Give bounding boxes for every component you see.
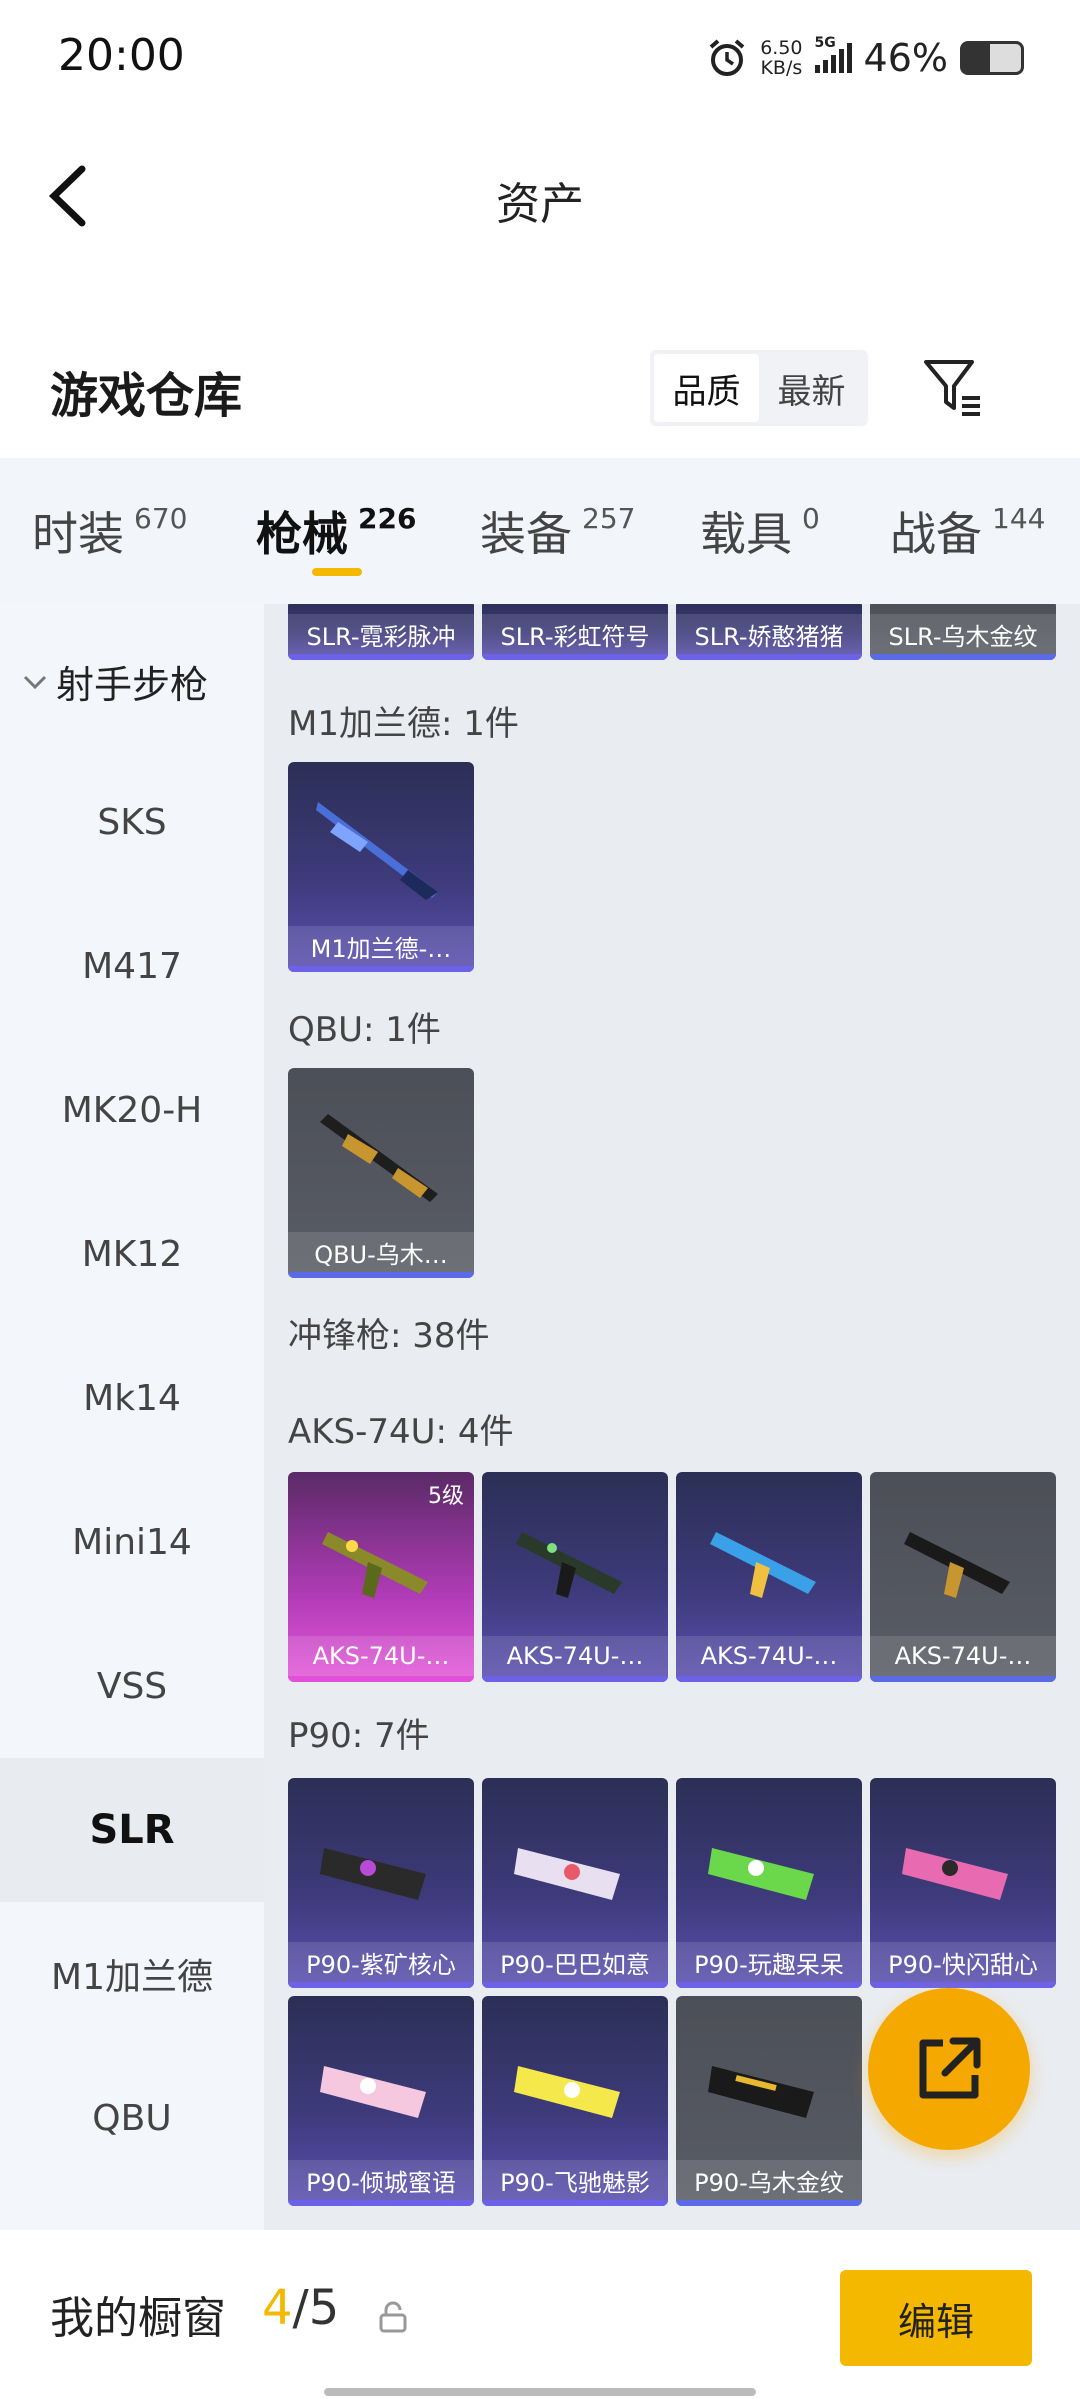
- skin-card[interactable]: AKS-74U-…: [676, 1472, 862, 1682]
- skin-card[interactable]: SLR-娇憨猪猪: [676, 604, 862, 660]
- skin-card[interactable]: P90-倾城蜜语: [288, 1996, 474, 2206]
- tab-firearms[interactable]: 枪械 226: [256, 498, 416, 564]
- skin-card[interactable]: SLR-霓彩脉冲: [288, 604, 474, 660]
- section-label-m1garand: M1加兰德: 1件: [288, 704, 519, 744]
- skin-card[interactable]: SLR-彩虹符号: [482, 604, 668, 660]
- skin-card[interactable]: AKS-74U-…: [482, 1472, 668, 1682]
- chevron-down-icon: [23, 675, 47, 689]
- filter-button[interactable]: [918, 352, 988, 422]
- home-indicator[interactable]: [324, 2388, 756, 2396]
- section-label-aks74u: AKS-74U: 4件: [288, 1412, 514, 1452]
- showcase-count: 4/5: [262, 2280, 340, 2336]
- sidebar-item-slr[interactable]: SLR: [0, 1758, 264, 1902]
- skin-card[interactable]: P90-飞驰魅影: [482, 1996, 668, 2206]
- tab-vehicles[interactable]: 载具 0: [700, 498, 820, 564]
- nav-bar: 资产: [0, 116, 1080, 276]
- sidebar-item-m417[interactable]: M417: [0, 894, 264, 1038]
- smg-icon: [322, 1532, 428, 1598]
- filter-icon: [924, 360, 980, 416]
- share-button[interactable]: [868, 1988, 1030, 2150]
- sidebar-group-marksman[interactable]: 射手步枪: [22, 654, 208, 709]
- status-icons: 6.50 KB/s 5G 46%: [706, 32, 1024, 84]
- sort-toggle: 品质 最新: [650, 350, 868, 426]
- skin-card[interactable]: M1加兰德-…: [288, 762, 474, 972]
- edit-button[interactable]: 编辑: [840, 2270, 1032, 2366]
- share-external-icon: [919, 2037, 981, 2099]
- active-tab-indicator: [312, 568, 362, 576]
- skin-card[interactable]: P90-快闪甜心: [870, 1778, 1056, 1988]
- smg-icon: [902, 1848, 1008, 1900]
- showcase-bar: 我的橱窗 4/5 编辑: [0, 2230, 1080, 2400]
- smg-icon: [708, 2066, 814, 2118]
- section-label-qbu: QBU: 1件: [288, 1010, 441, 1050]
- skin-card[interactable]: SLR-乌木金纹: [870, 604, 1056, 660]
- battery-icon: [960, 41, 1024, 75]
- skin-card[interactable]: P90-乌木金纹: [676, 1996, 862, 2206]
- alarm-icon: [709, 39, 745, 76]
- tab-equipment[interactable]: 装备 257: [480, 498, 635, 564]
- signal-icon: 5G: [814, 35, 852, 73]
- rifle-icon: [320, 1114, 438, 1202]
- status-bar: 20:00 6.50 KB/s 5G 46%: [0, 0, 1080, 116]
- smg-icon: [514, 1848, 620, 1900]
- weapon-sidebar: 射手步枪 SKS M417 MK20-H MK12 Mk14 Mini14 VS…: [0, 604, 264, 2230]
- sidebar-item-m1garand[interactable]: M1加兰德: [0, 1902, 264, 2046]
- sidebar-item-qbu[interactable]: QBU: [0, 2046, 264, 2190]
- smg-icon: [514, 2066, 620, 2118]
- smg-icon: [516, 1532, 622, 1598]
- sidebar-item-mk12[interactable]: MK12: [0, 1182, 264, 1326]
- warehouse-title: 游戏仓库: [50, 368, 243, 424]
- rifle-icon: [316, 802, 438, 900]
- sidebar-item-mini14[interactable]: Mini14: [0, 1470, 264, 1614]
- smg-icon: [320, 1848, 426, 1900]
- skin-card[interactable]: 5级 AKS-74U-…: [288, 1472, 474, 1682]
- warehouse-header: 游戏仓库 品质 最新: [0, 330, 1080, 450]
- net-speed: 6.50 KB/s: [760, 37, 803, 79]
- showcase-label: 我的橱窗: [50, 2293, 226, 2344]
- tab-tactical[interactable]: 战备 144: [890, 498, 1045, 564]
- skin-card[interactable]: P90-巴巴如意: [482, 1778, 668, 1988]
- section-label-smg: 冲锋枪: 38件: [288, 1316, 490, 1356]
- skin-card[interactable]: P90-紫矿核心: [288, 1778, 474, 1988]
- smg-icon: [710, 1532, 816, 1598]
- status-time: 20:00: [58, 30, 185, 81]
- skin-grid: SLR-霓彩脉冲 SLR-彩虹符号 SLR-娇憨猪猪 SLR-乌木金纹 M1加兰…: [264, 604, 1080, 2230]
- sidebar-item-mk14[interactable]: Mk14: [0, 1326, 264, 1470]
- smg-icon: [320, 2066, 426, 2118]
- sidebar-item-vss[interactable]: VSS: [0, 1614, 264, 1758]
- sort-option-quality[interactable]: 品质: [654, 354, 759, 422]
- smg-icon: [904, 1532, 1010, 1598]
- battery-percent: 46%: [863, 36, 948, 80]
- sidebar-item-mk20h[interactable]: MK20-H: [0, 1038, 264, 1182]
- page-title: 资产: [496, 179, 584, 230]
- section-label-p90: P90: 7件: [288, 1716, 430, 1756]
- skin-card[interactable]: P90-玩趣呆呆: [676, 1778, 862, 1988]
- skin-card[interactable]: QBU-乌木…: [288, 1068, 474, 1278]
- sort-option-latest[interactable]: 最新: [759, 354, 864, 422]
- skin-card[interactable]: AKS-74U-…: [870, 1472, 1056, 1682]
- smg-icon: [708, 1848, 814, 1900]
- tab-skins[interactable]: 时装 670: [32, 498, 187, 564]
- lock-icon: [379, 2301, 407, 2333]
- sidebar-item-sks[interactable]: SKS: [0, 750, 264, 894]
- category-tabs: 时装 670 枪械 226 装备 257 载具 0 战备 144: [0, 458, 1080, 604]
